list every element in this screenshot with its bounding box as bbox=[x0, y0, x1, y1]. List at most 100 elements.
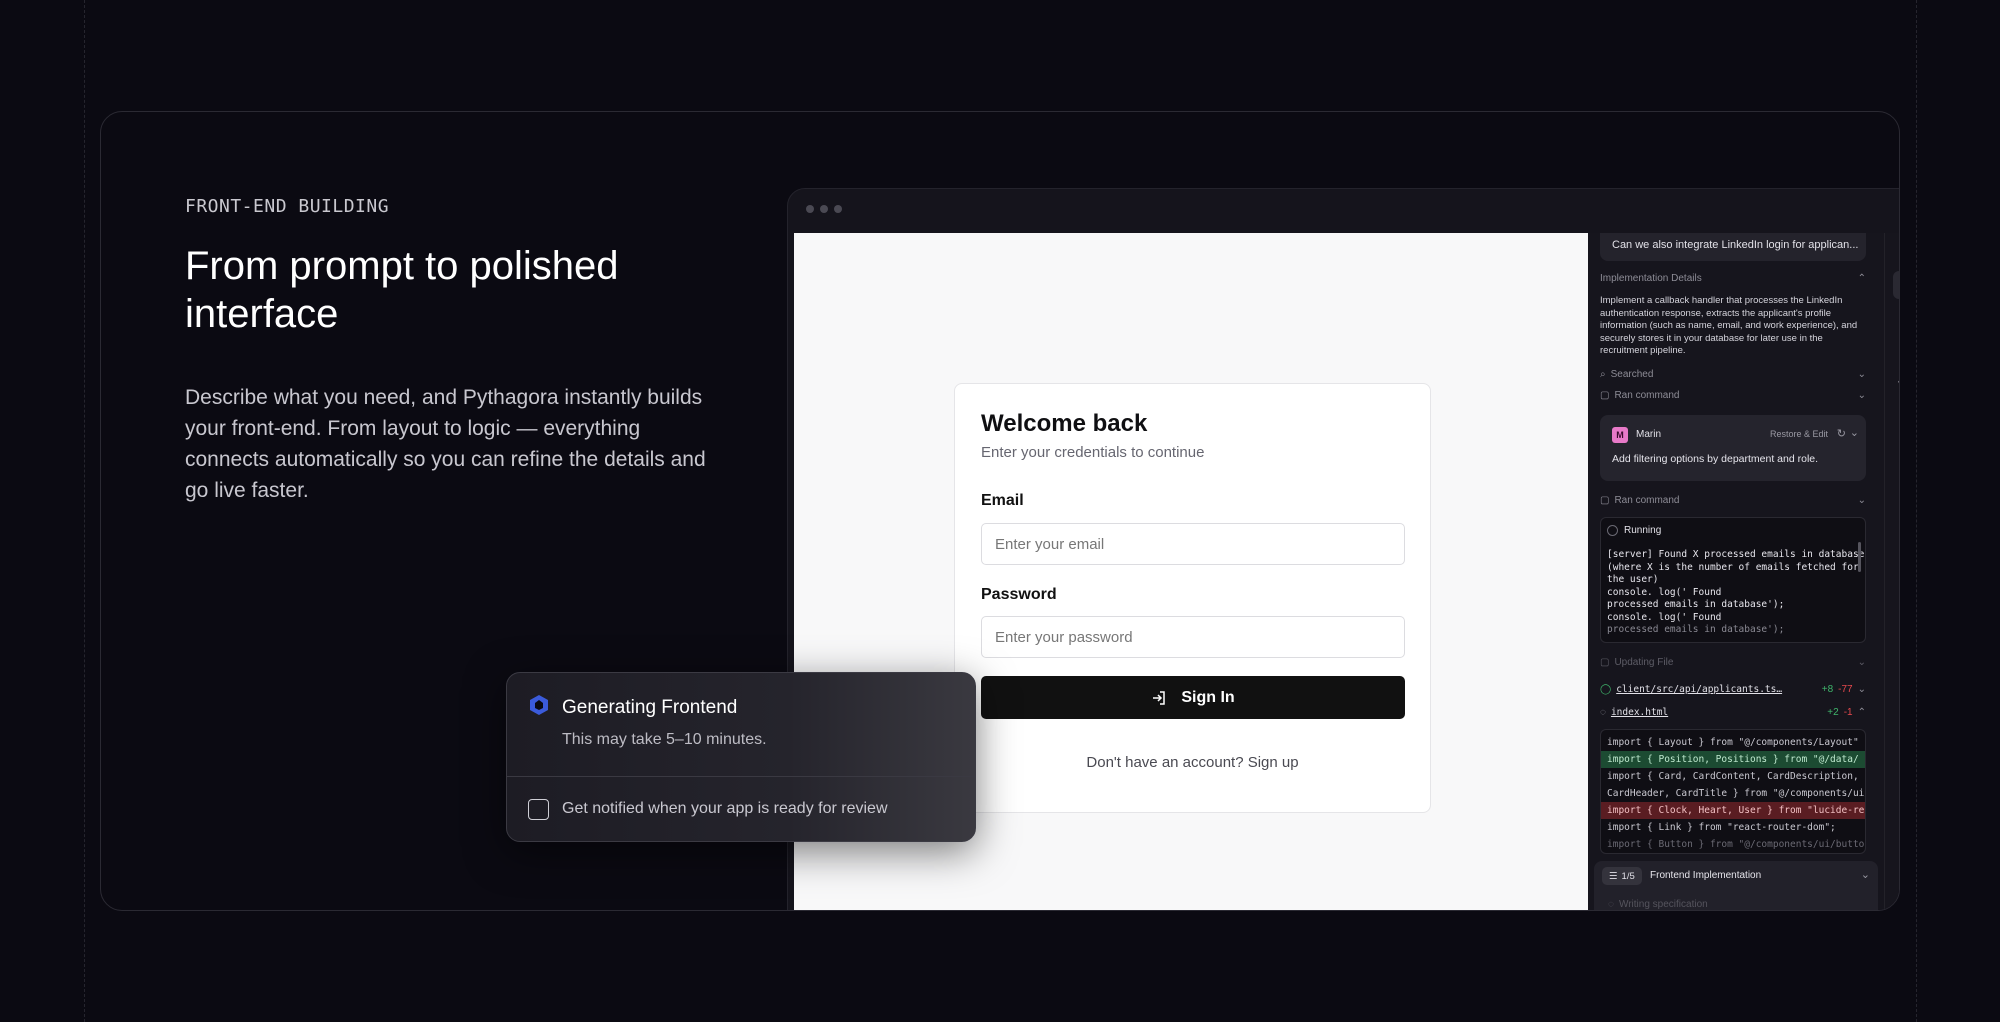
terminal-lines: [server] Found X processed emails in dat… bbox=[1607, 549, 1864, 637]
ran-command-row[interactable]: ▢ Ran command ⌄ bbox=[1600, 390, 1866, 401]
code-line: import { Button } from "@/components/ui/… bbox=[1607, 839, 1865, 850]
email-field[interactable]: Enter your email bbox=[981, 523, 1405, 565]
checklist-icon[interactable]: ☰ bbox=[1897, 447, 1899, 467]
sign-in-button[interactable]: Sign In bbox=[981, 676, 1405, 719]
pythagora-logo-icon bbox=[530, 695, 548, 715]
spinner-icon: ◌ bbox=[1608, 899, 1614, 910]
chat-panel: Can we also integrate LinkedIn login for… bbox=[1588, 233, 1884, 910]
section-description: Describe what you need, and Pythagora in… bbox=[185, 386, 706, 502]
terminal-line: processed emails in database'); bbox=[1607, 624, 1785, 635]
sign-in-label: Sign In bbox=[1181, 688, 1235, 706]
task-title: Frontend Implementation bbox=[1650, 870, 1762, 881]
chevron-down-icon: ⌄ bbox=[1857, 390, 1866, 401]
terminal-line: (where X is the number of emails fetched… bbox=[1607, 561, 1859, 573]
chevron-down-icon: ⌄ bbox=[1857, 369, 1866, 380]
avatar: M bbox=[1612, 427, 1628, 443]
running-label: Running bbox=[1624, 525, 1662, 536]
signup-link[interactable]: Don't have an account? Sign up bbox=[955, 754, 1430, 771]
login-title: Welcome back bbox=[981, 410, 1148, 437]
lines-added: +2 bbox=[1827, 707, 1839, 718]
chevron-down-icon[interactable]: ⌄ bbox=[1861, 868, 1870, 881]
chevron-down-icon: ⌄ bbox=[1857, 657, 1866, 668]
ran-command-row-2[interactable]: ▢ Ran command ⌄ bbox=[1600, 495, 1866, 506]
login-subtitle: Enter your credentials to continue bbox=[981, 444, 1205, 461]
code-diff[interactable]: import { Layout } from "@/components/Lay… bbox=[1600, 729, 1866, 854]
terminal-line: processed emails in database'); bbox=[1607, 599, 1785, 610]
terminal-line: console. log(' Found bbox=[1607, 611, 1722, 623]
password-field[interactable]: Enter your password bbox=[981, 616, 1405, 658]
code-line: import { Link } from "react-router-dom"; bbox=[1607, 822, 1836, 833]
task-box: ☰ 1/5 Frontend Implementation ⌄ ◌ Writing … bbox=[1594, 861, 1878, 910]
code-line: CardHeader, CardTitle } from "@/componen… bbox=[1607, 788, 1865, 799]
file-icon: ▢ bbox=[1600, 390, 1610, 401]
ran-command-label: Ran command bbox=[1614, 390, 1680, 401]
section-headline: From prompt to polished interface bbox=[185, 244, 619, 336]
impl-details-text: Implement a callback handler that proces… bbox=[1600, 295, 1858, 356]
updating-file-label: Updating File bbox=[1614, 657, 1674, 668]
feature-card: FRONT-END BUILDING From prompt to polish… bbox=[100, 111, 1900, 911]
lines-added: +8 bbox=[1821, 684, 1834, 695]
password-placeholder: Enter your password bbox=[995, 628, 1133, 646]
terminal-line: the user) bbox=[1607, 574, 1659, 585]
tool-rail: ⌕ ▭ ▦ ⌁ </> ▯ ☰ bbox=[1884, 233, 1899, 910]
code-line: import { Card, CardContent, CardDescript… bbox=[1607, 771, 1865, 782]
file-name[interactable]: index.html bbox=[1611, 707, 1668, 718]
code-line: import { Layout } from "@/components/Lay… bbox=[1607, 737, 1859, 748]
user-name: Marin bbox=[1636, 429, 1662, 440]
task-status-row: ◌ Writing specification bbox=[1608, 899, 1708, 910]
spinner-icon bbox=[1607, 525, 1618, 536]
user-message: Add filtering options by department and … bbox=[1612, 453, 1819, 465]
password-label: Password bbox=[981, 586, 1057, 603]
refresh-icon[interactable]: ↻ bbox=[1837, 427, 1846, 440]
notify-label[interactable]: Get notified when your app is ready for … bbox=[562, 800, 888, 818]
terminal-output[interactable]: Running [server] Found X processed email… bbox=[1600, 517, 1866, 643]
impl-details-label: Implementation Details bbox=[1600, 273, 1702, 284]
chevron-down-icon[interactable]: ⌄ bbox=[1850, 426, 1859, 439]
toast-subtitle: This may take 5–10 minutes. bbox=[562, 731, 767, 748]
file-row-index[interactable]: ◌ index.html +2 -1 ⌃ bbox=[1600, 707, 1866, 718]
layout-icon[interactable]: ▦ bbox=[1897, 307, 1899, 327]
terminal-line: console. log(' Found bbox=[1607, 586, 1722, 598]
restore-edit-button[interactable]: Restore & Edit bbox=[1770, 429, 1828, 439]
search-icon: ⌕ bbox=[1600, 369, 1606, 380]
chevron-up-icon: ⌃ bbox=[1857, 707, 1866, 718]
terminal-scrollbar[interactable] bbox=[1858, 542, 1861, 572]
file-icon[interactable]: ▭ bbox=[1893, 271, 1899, 299]
chevron-up-icon: ⌃ bbox=[1857, 273, 1866, 284]
searched-label: Searched bbox=[1610, 369, 1654, 380]
search-icon[interactable]: ⌕ bbox=[1897, 239, 1899, 259]
searched-row[interactable]: ⌕ Searched ⌄ bbox=[1600, 369, 1866, 380]
file-row-applicants[interactable]: ◯ client/src/api/applicants.ts… +8 -77 ⌄ bbox=[1600, 684, 1866, 695]
file-icon: ▢ bbox=[1600, 495, 1610, 506]
spinner-icon: ◌ bbox=[1600, 707, 1606, 718]
guide-line-left bbox=[84, 0, 85, 1022]
generating-toast: Generating Frontend This may take 5–10 m… bbox=[506, 672, 976, 842]
check-circle-icon: ◯ bbox=[1600, 684, 1612, 695]
file-name[interactable]: client/src/api/applicants.ts… bbox=[1616, 684, 1782, 695]
code-icon[interactable]: </> bbox=[1897, 371, 1899, 391]
email-placeholder: Enter your email bbox=[995, 535, 1105, 553]
document-icon[interactable]: ▯ bbox=[1897, 403, 1899, 423]
window-controls bbox=[806, 205, 842, 213]
lines-removed: -1 bbox=[1843, 707, 1853, 718]
code-line-added: import { Position, Positions } from "@/d… bbox=[1601, 751, 1865, 768]
guide-line-right bbox=[1916, 0, 1917, 1022]
link-icon[interactable]: ⌁ bbox=[1897, 339, 1899, 359]
impl-details-header[interactable]: Implementation Details ⌃ bbox=[1600, 273, 1866, 284]
chevron-down-icon: ⌄ bbox=[1857, 495, 1866, 506]
updating-file-row[interactable]: ▢ Updating File ⌄ bbox=[1600, 657, 1866, 668]
login-card: Welcome back Enter your credentials to c… bbox=[954, 383, 1431, 813]
code-line-removed: import { Clock, Heart, User } from "luci… bbox=[1601, 802, 1865, 819]
task-counter[interactable]: ☰ 1/5 bbox=[1602, 867, 1642, 885]
task-status: Writing specification bbox=[1618, 899, 1708, 910]
prompt-chip[interactable]: Can we also integrate LinkedIn login for… bbox=[1600, 233, 1866, 261]
terminal-line: [server] Found X processed emails in dat… bbox=[1607, 549, 1865, 560]
task-counter-label: 1/5 bbox=[1621, 870, 1635, 882]
toast-divider bbox=[507, 776, 975, 777]
toast-title: Generating Frontend bbox=[562, 697, 738, 718]
email-label: Email bbox=[981, 492, 1024, 509]
user-message-box: M Marin Restore & Edit ↻ ⌄ Add filtering… bbox=[1600, 415, 1866, 481]
notify-checkbox[interactable] bbox=[528, 799, 549, 820]
chevron-down-icon: ⌄ bbox=[1857, 684, 1866, 695]
login-icon bbox=[1153, 690, 1166, 705]
